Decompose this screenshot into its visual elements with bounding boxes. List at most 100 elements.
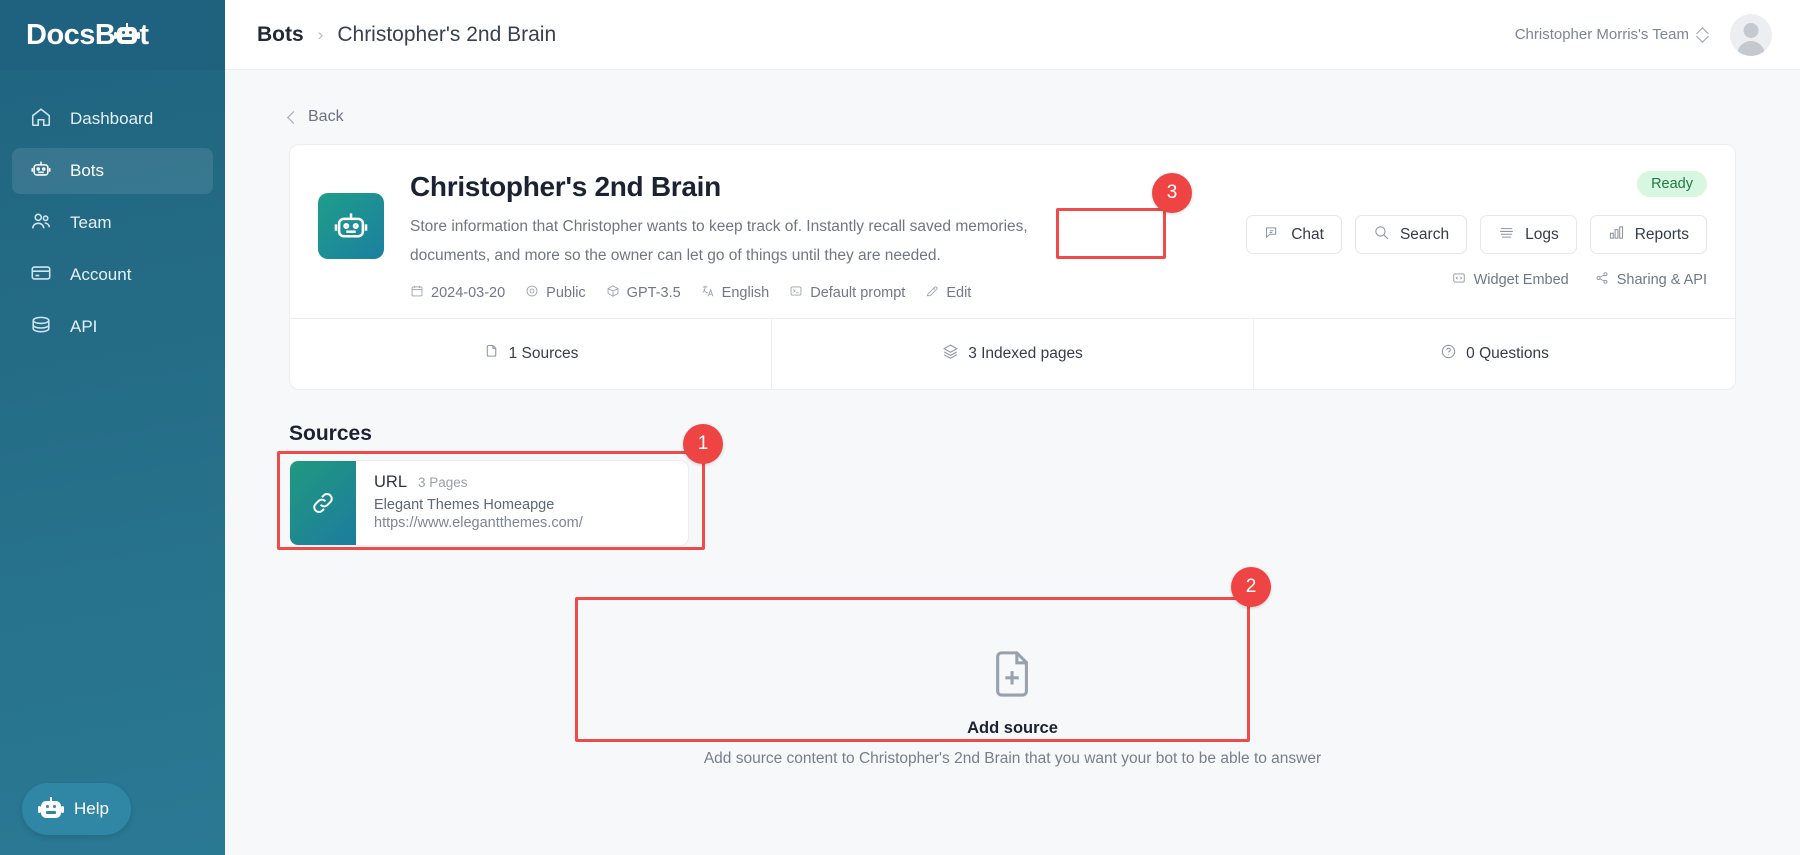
list-lines-icon (1498, 224, 1515, 246)
robot-head-icon (38, 797, 64, 821)
source-card[interactable]: URL 3 Pages Elegant Themes Homeapge http… (289, 460, 689, 547)
stat-label: 0 Questions (1466, 345, 1549, 363)
sidebar: Docs B t Dashboard Bots Team Account API… (0, 0, 225, 855)
meta-label: English (721, 285, 770, 302)
stat-questions[interactable]: 0 Questions (1253, 319, 1735, 390)
brand-title-mid: B (94, 18, 116, 51)
sidebar-item-label: Team (70, 213, 112, 232)
meta-visibility: Public (525, 284, 586, 302)
widget-embed-link[interactable]: Widget Embed (1452, 271, 1569, 289)
edit-bot-link[interactable]: Edit (925, 284, 971, 302)
status-badge: Ready (1637, 171, 1707, 197)
meta-label: Default prompt (810, 285, 906, 302)
pencil-icon (925, 284, 939, 302)
chat-button[interactable]: Chat (1246, 215, 1342, 254)
search-button[interactable]: Search (1354, 215, 1468, 254)
credit-card-icon (30, 262, 52, 289)
server-icon (30, 314, 52, 341)
stat-label: 1 Sources (508, 345, 579, 363)
document-copy-icon (483, 343, 500, 365)
widget-embed-label: Widget Embed (1473, 272, 1569, 288)
robot-icon (334, 213, 368, 238)
page-content: Back Christopher's 2nd Brain Store infor… (225, 70, 1800, 769)
add-source-panel[interactable]: Add source Add source content to Christo… (289, 602, 1736, 769)
sharing-api-link[interactable]: Sharing & API (1595, 271, 1707, 289)
translate-icon (701, 284, 715, 302)
sidebar-item-label: Dashboard (70, 109, 154, 128)
prompt-icon (789, 284, 803, 302)
source-head: URL 3 Pages (374, 473, 583, 492)
back-button[interactable]: Back (267, 94, 1758, 144)
page-title: Christopher's 2nd Brain (410, 171, 721, 202)
chevron-up-down-icon (1697, 27, 1708, 43)
help-button[interactable]: Help (22, 783, 131, 835)
sidebar-item-label: API (70, 317, 98, 336)
logs-button[interactable]: Logs (1480, 215, 1577, 254)
bot-card-top: Christopher's 2nd Brain Store informatio… (290, 145, 1735, 318)
link-icon (313, 493, 333, 514)
team-switcher[interactable]: Christopher Morris's Team (1515, 26, 1708, 43)
robot-head-icon (114, 23, 141, 47)
share-icon (1595, 271, 1609, 289)
avatar[interactable] (1730, 13, 1772, 56)
users-icon (30, 210, 52, 237)
team-switcher-label: Christopher Morris's Team (1514, 26, 1689, 43)
sharing-api-label: Sharing & API (1616, 272, 1707, 288)
stat-sources[interactable]: 1 Sources (290, 319, 771, 389)
question-circle-icon (1440, 343, 1457, 365)
magnifier-icon (1373, 224, 1390, 246)
source-details: URL 3 Pages Elegant Themes Homeapge http… (356, 461, 599, 545)
add-source-description: Add source content to Christopher's 2nd … (703, 750, 1322, 768)
meta-label: Edit (946, 285, 972, 302)
robot-icon (30, 158, 52, 185)
chevron-left-icon (287, 110, 300, 124)
logs-button-label: Logs (1525, 225, 1559, 243)
brand-title-prefix: Docs (26, 18, 95, 51)
cube-icon (606, 284, 620, 302)
search-button-label: Search (1399, 225, 1450, 243)
reports-button[interactable]: Reports (1589, 215, 1707, 254)
meta-language: English (701, 284, 770, 302)
sidebar-item-label: Account (70, 265, 132, 284)
bar-chart-icon (1608, 224, 1625, 246)
bot-avatar (318, 193, 384, 259)
source-pages-count: 3 Pages (418, 475, 468, 491)
source-type-label: URL (374, 473, 408, 492)
brand-title: Docs B t (26, 19, 149, 52)
sidebar-item-dashboard[interactable]: Dashboard (12, 96, 213, 142)
meta-label: Public (546, 285, 586, 302)
document-plus-icon (990, 648, 1036, 703)
layers-icon (942, 343, 959, 365)
sidebar-item-team[interactable]: Team (12, 200, 213, 246)
source-name: Elegant Themes Homeapge (374, 497, 555, 514)
brand-logo[interactable]: Docs B t (0, 0, 225, 70)
app-root: Docs B t Dashboard Bots Team Account API… (0, 0, 1800, 855)
main-content: Bots › Christopher's 2nd Brain Christoph… (225, 0, 1800, 855)
chevron-right-icon: › (317, 24, 324, 44)
bot-sub-links: Widget Embed Sharing & API (1452, 271, 1707, 289)
source-url: https://www.elegantthemes.com/ (374, 515, 583, 532)
meta-prompt: Default prompt (789, 284, 905, 302)
sidebar-item-label: Bots (70, 161, 105, 180)
action-button-group: Chat Search Logs Reports (1246, 215, 1707, 254)
meta-label: GPT-3.5 (626, 285, 681, 302)
code-brackets-icon (1452, 271, 1466, 289)
breadcrumb-root-link[interactable]: Bots (257, 23, 304, 47)
breadcrumb-current: Christopher's 2nd Brain (337, 22, 557, 46)
reports-button-label: Reports (1634, 225, 1689, 243)
stat-indexed-pages[interactable]: 3 Indexed pages (771, 319, 1253, 390)
sidebar-item-bots[interactable]: Bots (12, 148, 213, 194)
chat-button-label: Chat (1291, 225, 1324, 243)
sidebar-item-account[interactable]: Account (12, 252, 213, 298)
calendar-icon (410, 284, 424, 302)
sidebar-item-api[interactable]: API (12, 304, 213, 350)
topbar-right: Christopher Morris's Team (1515, 13, 1772, 56)
brand-title-suffix: t (139, 18, 149, 51)
chat-bubble-icon (1264, 224, 1281, 246)
meta-model: GPT-3.5 (606, 284, 681, 302)
stat-label: 3 Indexed pages (968, 345, 1083, 363)
bot-description: Store information that Christopher wants… (410, 218, 1028, 264)
bot-card: Christopher's 2nd Brain Store informatio… (289, 144, 1736, 391)
topbar: Bots › Christopher's 2nd Brain Christoph… (225, 0, 1800, 70)
bot-stats-row: 1 Sources 3 Indexed pages 0 Questions (290, 318, 1735, 390)
